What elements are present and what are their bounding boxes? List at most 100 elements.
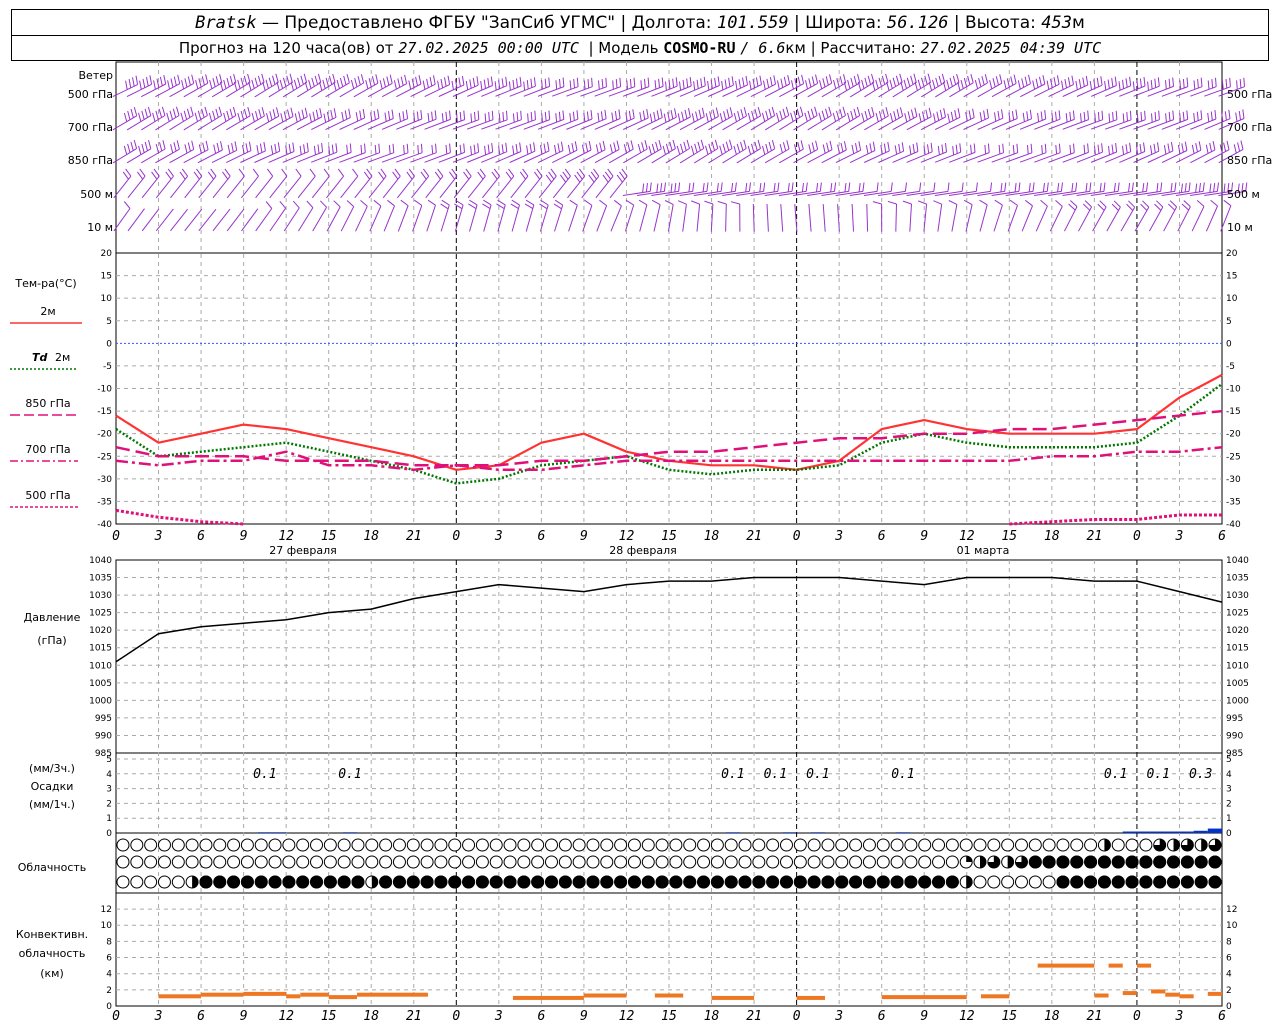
wind-feather [1240, 140, 1244, 150]
x-tick-label: 0 [793, 529, 801, 544]
wind-feather [705, 113, 709, 123]
wind-feather [729, 107, 733, 117]
wind-feather [263, 141, 266, 151]
cloud-fill [849, 875, 863, 889]
wind-feather [720, 182, 723, 192]
wind-barb [424, 152, 451, 163]
cloud-symbol [323, 855, 337, 869]
wind-feather [1243, 77, 1245, 87]
wind-feather [398, 112, 401, 122]
cloud-symbol [752, 855, 766, 869]
wind-feather [1139, 144, 1142, 154]
cloud-fill [420, 875, 434, 889]
wind-barb [653, 204, 661, 232]
wind-feather [159, 142, 163, 152]
wind-feather [773, 75, 776, 85]
wind-barb [169, 148, 194, 164]
wind-feather [133, 106, 138, 116]
wind-feather [1069, 144, 1072, 154]
wind-feather [1122, 145, 1125, 155]
conv-tick-left: 4 [106, 970, 112, 980]
wind-feather [506, 110, 508, 120]
x-tick-label: 15 [321, 1009, 337, 1024]
wind-barb [1190, 86, 1217, 97]
wind-barb [595, 175, 614, 199]
wind-feather [805, 80, 808, 90]
cloud-fill [1111, 855, 1125, 869]
wind-feather [919, 182, 922, 192]
wind-feather [759, 75, 762, 85]
wind-feather [147, 106, 152, 116]
wind-barb [892, 190, 920, 196]
wind-feather [441, 113, 444, 123]
wind-feather [700, 78, 703, 88]
wind-feather [226, 77, 230, 87]
cloud-fill [1097, 855, 1111, 869]
cloud-symbol [254, 855, 268, 869]
wind-feather [974, 79, 979, 89]
temp-tick-left: -20 [97, 430, 112, 440]
wind-feather [1060, 182, 1063, 192]
wind-barb [396, 83, 422, 98]
wind-feather [876, 182, 879, 192]
wind-barb [1175, 86, 1203, 97]
wind-feather [243, 108, 248, 118]
wind-barb [538, 175, 557, 199]
wind-feather [1099, 183, 1102, 193]
wind-feather [773, 183, 776, 193]
wind-feather [613, 142, 617, 152]
wind-barb [211, 82, 237, 98]
wind-feather [1027, 145, 1029, 155]
precip-bar [782, 832, 797, 833]
wind-feather [686, 78, 689, 88]
wind-feather [1085, 75, 1089, 85]
precip-label: 0.1 [806, 767, 829, 782]
wind-feather [298, 111, 301, 121]
wind-feather [708, 143, 712, 153]
wind-feather [445, 144, 448, 154]
wind-barb [1019, 190, 1048, 196]
x-tick-label: 3 [154, 529, 163, 544]
wind-feather [791, 182, 794, 192]
pres-tick-left: 1020 [89, 626, 112, 636]
wind-feather [787, 74, 791, 85]
wind-feather [488, 112, 490, 122]
wind-feather [683, 141, 687, 151]
cloud-symbol [254, 838, 268, 852]
cloud-symbol [337, 838, 351, 852]
wind-feather [694, 143, 698, 153]
wind-feather [1211, 79, 1214, 89]
cloud-symbol [489, 855, 503, 869]
wind-feather [530, 78, 533, 88]
wind-feather [173, 76, 177, 86]
wind-feather [420, 171, 427, 180]
wind-feather [970, 144, 972, 154]
wind-barb [1092, 206, 1107, 232]
wind-feather [999, 74, 1003, 84]
prec-tick-right: 0 [1226, 829, 1232, 839]
wind-feather [1065, 113, 1068, 123]
wind-feather [669, 141, 673, 151]
wind-feather [1108, 145, 1110, 155]
wind-barb [155, 175, 174, 199]
wind-feather [487, 144, 490, 154]
wind-feather [415, 76, 418, 86]
cloud-fill [1153, 855, 1167, 869]
wind-feather [614, 111, 618, 121]
x-tick-label: 6 [537, 1009, 545, 1024]
wind-feather [782, 142, 787, 152]
wind-feather [1112, 112, 1114, 122]
wind-feather [527, 113, 529, 123]
wind-feather [1089, 80, 1093, 90]
wind-feather [191, 140, 195, 150]
cloud-fill [586, 875, 600, 889]
wind-feather [927, 73, 931, 83]
wind-feather [815, 74, 819, 84]
x-tick-label: 18 [1044, 529, 1060, 544]
wind-barb [155, 115, 180, 131]
wind-feather [543, 143, 546, 153]
wind-feather [946, 79, 950, 89]
wind-feather [735, 80, 738, 90]
wind-feather [1200, 77, 1203, 87]
wind-feather [749, 80, 752, 90]
